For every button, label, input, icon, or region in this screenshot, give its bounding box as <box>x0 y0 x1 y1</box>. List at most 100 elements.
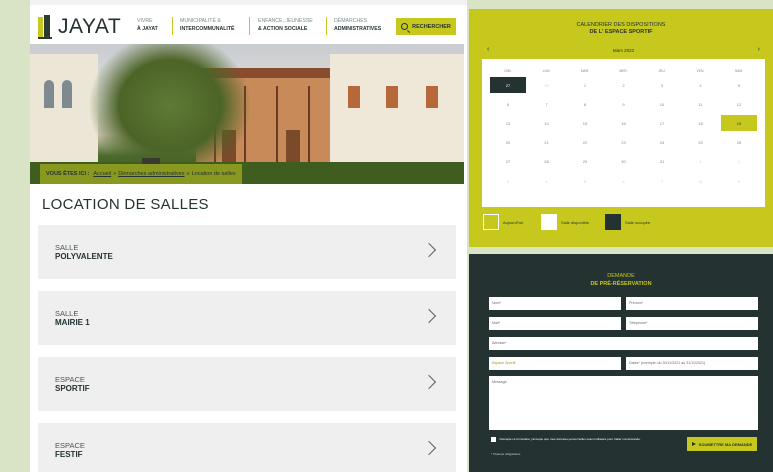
calendar-day-cell[interactable]: 16 <box>606 115 642 131</box>
hero-photo <box>30 44 464 184</box>
calendar-day-cell[interactable]: 5 <box>721 77 757 93</box>
dates-field[interactable]: Dates* (exemple: du 30/11/2021 au 31/11/… <box>626 357 758 370</box>
calendar-day-cell[interactable]: 15 <box>567 115 603 131</box>
calendar-day-cell[interactable]: 9 <box>606 96 642 112</box>
calendar-day-cell[interactable]: 2 <box>721 154 757 170</box>
adresse-field[interactable]: Adresse* <box>489 337 758 350</box>
legend-available-swatch <box>541 214 557 230</box>
play-arrow-icon <box>691 442 696 446</box>
calendar-day-cell[interactable]: 7 <box>529 96 565 112</box>
calendar-day-cell[interactable]: 6 <box>490 96 526 112</box>
calendar-month-label: Mars 2022 <box>612 48 635 53</box>
calendar-day-cell[interactable]: 28 <box>529 154 565 170</box>
consent-label: J'accepte ce formulaire, j'accepte que m… <box>499 437 641 441</box>
calendar-day-cell[interactable]: 4 <box>683 77 719 93</box>
legend-occupied-swatch <box>605 214 621 230</box>
calendar-day-cell[interactable]: 8 <box>683 173 719 189</box>
calendar-day-cell[interactable]: 10 <box>644 96 680 112</box>
legend-available-label: Salle disponible <box>561 220 590 225</box>
nom-field[interactable]: Nom* <box>489 297 621 310</box>
calendar-day-cell[interactable]: 31 <box>644 154 680 170</box>
form-title-line1: DEMANDE <box>607 273 635 279</box>
nav-demarches[interactable]: DÉMARCHES ADMINISTRATIVES <box>334 17 381 33</box>
breadcrumb: VOUS ÊTES ICI : Accueil » Démarches admi… <box>40 164 242 184</box>
room-kind: SALLE <box>55 243 79 252</box>
calendar-day-cell[interactable]: 24 <box>644 135 680 151</box>
calendar-day-cell[interactable]: 20 <box>490 135 526 151</box>
calendar-day-cell[interactable]: 14 <box>529 115 565 131</box>
calendar-panel: CALENDRIER DES DISPOSITIONS DE L' ESPACE… <box>469 9 773 247</box>
breadcrumb-separator: » <box>113 171 117 177</box>
prenom-field[interactable]: Prénom* <box>626 297 758 310</box>
room-card-polyvalente[interactable]: SALLE POLYVALENTE <box>38 225 456 279</box>
calendar-day-cell[interactable]: 1 <box>567 77 603 93</box>
room-kind: ESPACE <box>55 441 85 450</box>
weekday-header: VEN. <box>696 69 705 73</box>
form-title: DEMANDE DE PRÉ-RÉSERVATION <box>469 272 773 288</box>
espace-select[interactable]: Espace Sportif <box>489 357 621 370</box>
nav-bottom-label: INTERCOMMUNALITÉ <box>180 26 235 32</box>
telephone-field[interactable]: Téléphone* <box>626 317 758 330</box>
calendar-day-cell[interactable]: 18 <box>683 115 719 131</box>
reservation-form-panel: DEMANDE DE PRÉ-RÉSERVATION Nom* Prénom* … <box>469 254 773 472</box>
calendar-day-cell[interactable]: 3 <box>490 173 526 189</box>
calendar-day-cell[interactable]: 5 <box>567 173 603 189</box>
mail-field[interactable]: Mail* <box>489 317 621 330</box>
calendar-day-cell[interactable]: 6 <box>606 173 642 189</box>
nav-enfance-jeunesse[interactable]: ENFANCE, JEUNESSE & ACTION SOCIALE <box>258 17 313 33</box>
hero-timber <box>276 86 278 164</box>
site-logo[interactable]: JAYAT <box>38 12 121 42</box>
message-textarea[interactable]: Message <box>489 376 758 430</box>
calendar-day-cell[interactable]: 11 <box>683 96 719 112</box>
calendar-day-cell[interactable]: 12 <box>721 96 757 112</box>
nav-top-label: ENFANCE, JEUNESSE <box>258 18 313 24</box>
chevron-right-icon <box>421 308 437 324</box>
search-label: RECHERCHER <box>412 23 451 30</box>
room-card-festif[interactable]: ESPACE FESTIF <box>38 423 456 472</box>
submit-label: SOUMETTRE MA DEMANDE <box>698 441 753 447</box>
chevron-right-icon <box>421 374 437 390</box>
breadcrumb-demarches[interactable]: Démarches administratives <box>118 171 184 177</box>
room-kind: SALLE <box>55 309 79 318</box>
nav-bottom-label: ADMINISTRATIVES <box>334 26 382 32</box>
page-title: LOCATION DE SALLES <box>42 196 209 213</box>
calendar-day-cell[interactable]: 8 <box>567 96 603 112</box>
nav-top-label: MUNICIPALITÉ & <box>180 18 221 24</box>
calendar-day-cell[interactable]: 28 <box>529 77 565 93</box>
calendar-day-cell[interactable]: 13 <box>490 115 526 131</box>
calendar-day-cell[interactable]: 7 <box>644 173 680 189</box>
breadcrumb-home[interactable]: Accueil <box>93 171 111 177</box>
calendar-day-cell[interactable]: 4 <box>529 173 565 189</box>
calendar-day-cell[interactable]: 1 <box>683 154 719 170</box>
consent-checkbox[interactable] <box>491 437 496 442</box>
nav-vivre-a-jayat[interactable]: VIVRE À JAYAT <box>137 17 158 33</box>
calendar-day-cell[interactable]: 30 <box>606 154 642 170</box>
calendar-day-cell[interactable]: 25 <box>683 135 719 151</box>
weekday-header: DIM. <box>504 69 512 73</box>
calendar-day-cell[interactable]: 22 <box>567 135 603 151</box>
chevron-right-icon <box>421 242 437 258</box>
search-button[interactable]: RECHERCHER <box>396 18 456 35</box>
calendar-day-cell[interactable]: 21 <box>529 135 565 151</box>
calendar-day-cell[interactable]: 19 <box>721 115 757 132</box>
calendar-day-cell[interactable]: 27 <box>490 77 526 93</box>
calendar-day-cell[interactable]: 26 <box>721 135 757 151</box>
calendar-day-cell[interactable]: 17 <box>644 115 680 131</box>
hero-window <box>62 80 72 108</box>
calendar-day-cell[interactable]: 3 <box>644 77 680 93</box>
calendar-day-cell[interactable]: 2 <box>606 77 642 93</box>
calendar-legend: Aujourd'hui Salle disponible Salle occup… <box>483 214 763 232</box>
calendar-header: ‹ Mars 2022 › <box>482 43 765 59</box>
nav-municipalite[interactable]: MUNICIPALITÉ & INTERCOMMUNALITÉ <box>180 17 234 33</box>
submit-button[interactable]: SOUMETTRE MA DEMANDE <box>687 437 757 451</box>
room-card-sportif[interactable]: ESPACE SPORTIF <box>38 357 456 411</box>
calendar-day-cell[interactable]: 23 <box>606 135 642 151</box>
calendar-day-cell[interactable]: 29 <box>567 154 603 170</box>
hero-house <box>30 54 98 164</box>
nav-bottom-label: & ACTION SOCIALE <box>258 26 308 32</box>
calendar-next-month-icon[interactable]: › <box>758 46 760 53</box>
top-strip <box>30 0 467 5</box>
calendar-day-cell[interactable]: 27 <box>490 154 526 170</box>
calendar-day-cell[interactable]: 9 <box>721 173 757 189</box>
room-card-mairie-1[interactable]: SALLE MAIRIE 1 <box>38 291 456 345</box>
